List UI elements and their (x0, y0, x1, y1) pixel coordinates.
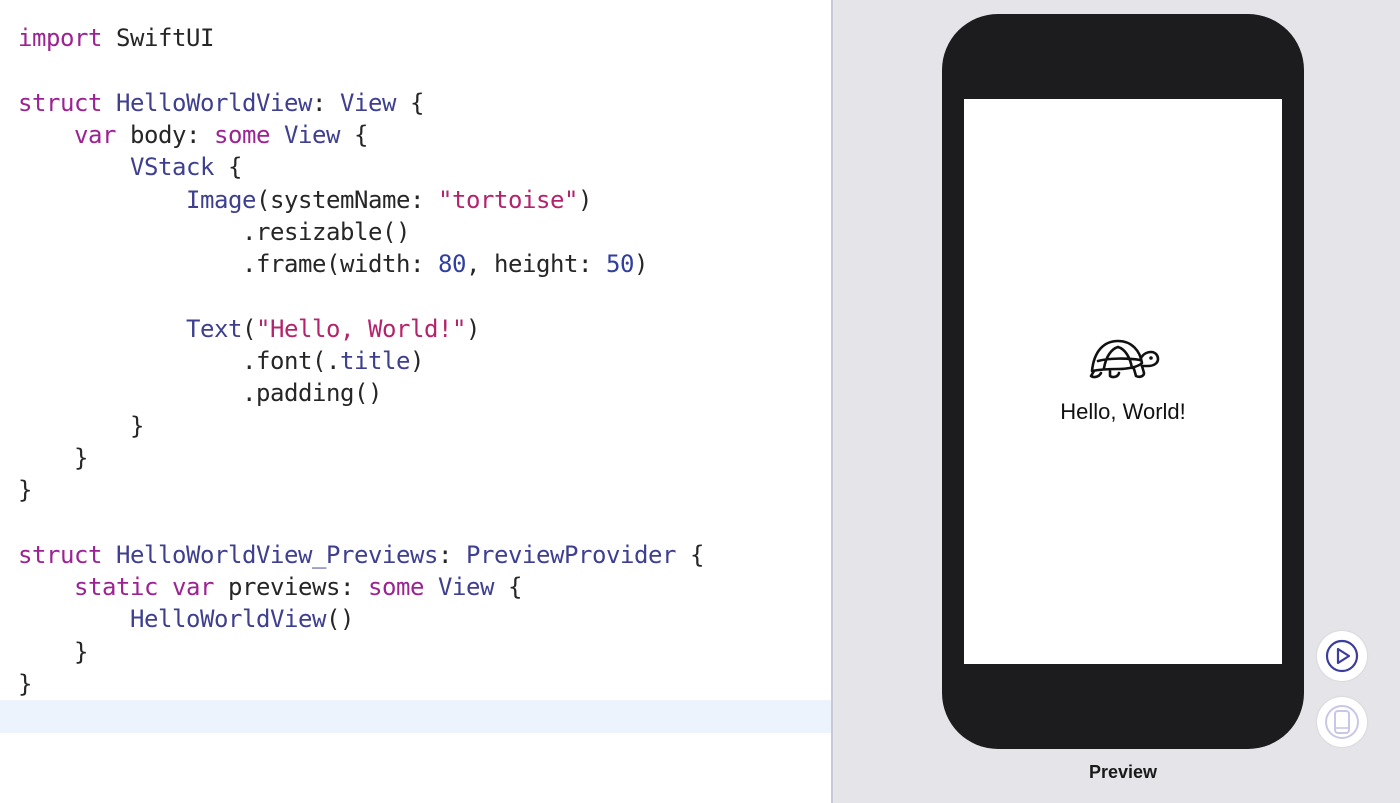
code-token-kw: import (18, 24, 102, 52)
code-token-plain: .resizable() (18, 217, 410, 246)
code-token-type: View (340, 88, 396, 117)
code-token-str: "Hello, World!" (256, 314, 466, 343)
tortoise-icon (1089, 339, 1160, 379)
code-token-kw: var (172, 573, 214, 602)
code-line[interactable] (0, 507, 831, 539)
code-token-plain: ) (466, 314, 480, 343)
code-line[interactable]: static var previews: some View { (0, 571, 831, 603)
code-token-plain: : (312, 88, 340, 117)
code-token-type: View (438, 573, 494, 602)
preview-label: Preview (1088, 762, 1158, 782)
code-token-plain: } (18, 443, 88, 472)
code-token-plain: ) (409, 347, 424, 375)
code-line[interactable] (0, 54, 831, 86)
code-line[interactable]: } (0, 410, 831, 442)
code-token-plain: body: (116, 120, 214, 149)
code-token-type: title (339, 347, 410, 375)
code-line[interactable]: struct HelloWorldView_Previews: PreviewP… (0, 539, 831, 571)
code-token-type: Text (186, 314, 242, 343)
code-line[interactable]: import SwiftUI (0, 22, 831, 54)
code-token-type: HelloWorldView (116, 88, 312, 117)
code-line[interactable]: .padding() (0, 377, 831, 409)
hello-world-text: Hello, World! (1060, 399, 1186, 424)
code-token-plain: (systemName: (256, 185, 438, 214)
code-token-kw: some (368, 573, 424, 602)
code-token-plain: { (340, 120, 368, 149)
code-line[interactable] (0, 280, 831, 312)
code-token-type: HelloWorldView_Previews (116, 540, 438, 569)
code-token-kw: struct (18, 540, 102, 569)
code-token-plain: ) (578, 185, 592, 214)
code-token-plain: .padding() (18, 379, 382, 408)
code-token-plain: } (18, 411, 144, 440)
live-preview-button[interactable] (1317, 631, 1367, 681)
code-token-kw: static (74, 573, 158, 602)
device-icon (1325, 705, 1359, 739)
code-token-plain: { (675, 540, 704, 569)
code-token-plain: .frame(width: (18, 250, 438, 279)
code-line[interactable]: Image(systemName: "tortoise") (0, 184, 831, 216)
code-token-kw: some (214, 120, 270, 149)
code-token-plain: ( (242, 314, 256, 343)
code-line[interactable]: VStack { (0, 151, 831, 183)
current-code-line[interactable] (0, 700, 831, 733)
code-token-num: 80 (437, 250, 466, 279)
code-line[interactable]: .frame(width: 80, height: 50) (0, 248, 831, 280)
code-line[interactable]: .font(.title) (0, 345, 831, 377)
code-editor[interactable]: import SwiftUI struct HelloWorldView: Vie… (0, 0, 831, 803)
code-line[interactable]: .resizable() (0, 216, 831, 248)
code-token-plain: , height: (465, 250, 606, 279)
code-line[interactable]: HelloWorldView() (0, 603, 831, 635)
code-line[interactable]: var body: some View { (0, 119, 831, 151)
preview-canvas: Hello, World! Preview (833, 0, 1400, 803)
play-icon (1325, 639, 1359, 673)
code-line[interactable]: } (0, 636, 831, 668)
code-token-type: HelloWorldView (130, 605, 326, 634)
code-token-str: "tortoise" (438, 185, 578, 214)
code-line[interactable]: struct HelloWorldView: View { (0, 87, 831, 119)
code-token-plain: } (18, 670, 32, 698)
code-line[interactable]: } (0, 442, 831, 474)
code-token-plain: { (396, 88, 424, 117)
code-token-plain: .font(. (18, 347, 340, 375)
code-token-type: PreviewProvider (465, 540, 676, 569)
code-token-plain: } (18, 637, 88, 666)
code-token-plain: { (214, 153, 242, 182)
code-token-plain: ) (633, 250, 648, 279)
code-token-plain: previews: (214, 573, 368, 602)
code-token-kw: var (74, 120, 116, 149)
code-token-num: 50 (605, 250, 634, 279)
code-line[interactable]: Text("Hello, World!") (0, 313, 831, 345)
code-line[interactable]: } (0, 474, 831, 506)
device-frame: Hello, World! (942, 14, 1304, 749)
code-token-plain: : (437, 540, 466, 569)
code-token-plain: SwiftUI (102, 24, 214, 52)
code-token-type: View (284, 120, 340, 149)
xcode-window: import SwiftUI struct HelloWorldView: Vie… (0, 0, 1400, 803)
device-screen: Hello, World! (964, 99, 1282, 664)
code-line[interactable]: } (0, 668, 831, 700)
device-settings-button[interactable] (1317, 697, 1367, 747)
code-token-type: Image (186, 185, 256, 214)
code-token-kw: struct (18, 88, 102, 117)
code-token-plain: } (18, 476, 32, 505)
code-token-plain: () (326, 605, 354, 634)
code-token-type: VStack (130, 153, 214, 182)
code-token-plain: { (494, 573, 522, 602)
